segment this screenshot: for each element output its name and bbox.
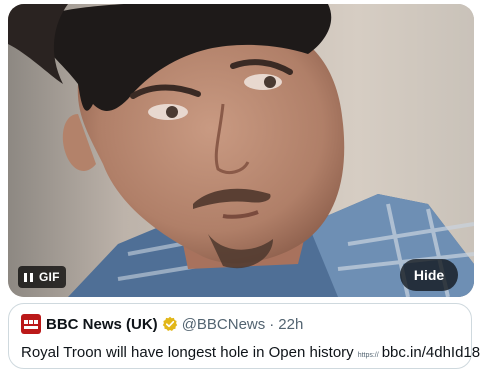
hide-button[interactable]: Hide	[400, 259, 458, 291]
tweet-timestamp[interactable]: 22h	[278, 316, 303, 333]
pause-icon	[24, 272, 33, 282]
gif-badge: GIF	[39, 270, 60, 284]
tweet-header: BBC News (UK) @BBCNews · 22h	[21, 314, 303, 334]
gif-pause-button[interactable]: GIF	[18, 266, 66, 288]
gif-image[interactable]	[8, 4, 474, 297]
link-prefix: https://	[357, 352, 379, 359]
tweet-text: Royal Troon will have longest hole in Op…	[21, 344, 354, 361]
tweet-link[interactable]: bbc.in/4dhId18	[382, 344, 480, 361]
quoted-tweet-card[interactable]: BBC News (UK) @BBCNews · 22h Royal Troon…	[8, 303, 480, 369]
tweet-body: Royal Troon will have longest hole in Op…	[21, 344, 480, 361]
author-display-name[interactable]: BBC News (UK)	[46, 316, 158, 333]
author-handle: @BBCNews	[181, 315, 266, 333]
separator-dot: ·	[269, 315, 275, 333]
verified-badge-icon	[162, 316, 177, 331]
gif-media-card[interactable]: GIF Hide	[8, 4, 474, 297]
bbc-news-logo-avatar[interactable]	[21, 314, 41, 334]
